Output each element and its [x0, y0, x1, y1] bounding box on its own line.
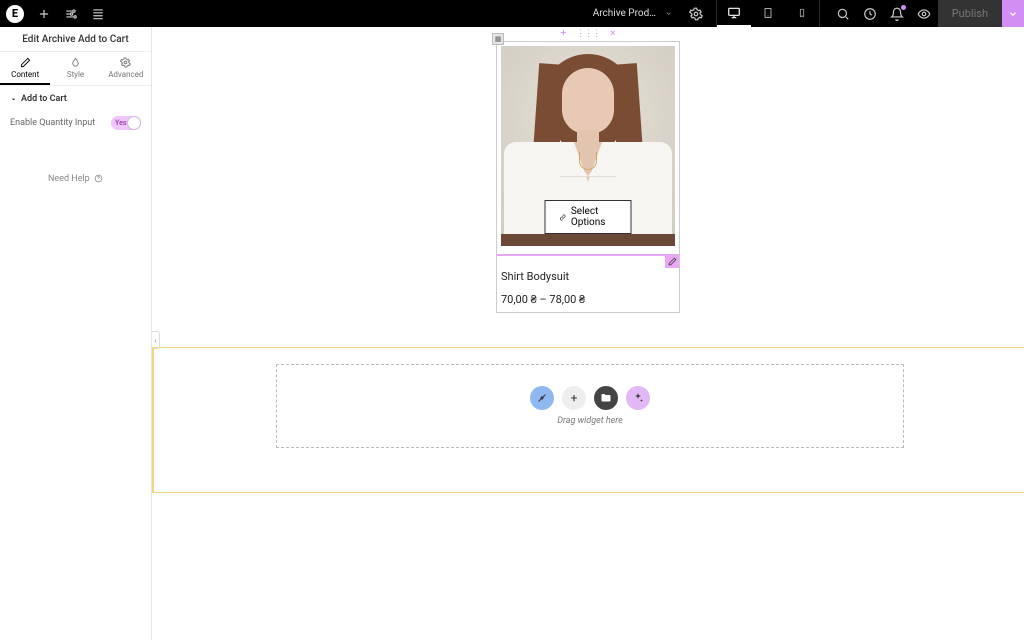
- section-add-to-cart[interactable]: Add to Cart: [0, 86, 151, 112]
- structure-button[interactable]: [84, 0, 111, 27]
- gear-icon: [120, 57, 131, 68]
- publish-options-button[interactable]: [1002, 0, 1024, 27]
- container-close-button[interactable]: ×: [610, 29, 615, 39]
- product-name: Shirt Bodysuit: [501, 264, 675, 285]
- pencil-icon: [20, 57, 31, 68]
- container-add-button[interactable]: +: [560, 29, 566, 39]
- container-drag-handle[interactable]: ⋮⋮⋮: [576, 30, 600, 39]
- preview-button[interactable]: [911, 0, 938, 27]
- need-help-link[interactable]: Need Help: [0, 174, 151, 184]
- toggle-knob: [128, 117, 140, 129]
- logo-icon[interactable]: E: [6, 5, 24, 23]
- history-button[interactable]: [857, 0, 884, 27]
- notification-dot-icon: [901, 5, 906, 10]
- chevron-down-icon: [665, 9, 672, 18]
- editor-panel: Edit Archive Add to Cart Content Style A…: [0, 27, 152, 640]
- notifications-button[interactable]: [884, 0, 911, 27]
- tab-content[interactable]: Content: [0, 52, 50, 85]
- select-options-label: Select Options: [571, 206, 617, 228]
- device-desktop-button[interactable]: [717, 0, 751, 27]
- pencil-icon: [668, 257, 677, 266]
- tab-advanced-label: Advanced: [108, 70, 143, 79]
- drop-target-button[interactable]: [530, 386, 554, 410]
- top-bar: E Archive Product ... Publish: [0, 0, 1024, 27]
- target-icon: [536, 392, 548, 404]
- drop-zone[interactable]: + Drag widget here: [276, 364, 904, 448]
- toggle-yes-label: Yes: [115, 119, 126, 127]
- tab-advanced[interactable]: Advanced: [101, 52, 151, 85]
- publish-button: Publish: [938, 0, 1002, 27]
- drop-ai-button[interactable]: [626, 386, 650, 410]
- document-selector[interactable]: Archive Product ...: [583, 0, 683, 27]
- container-handle-button[interactable]: ▦: [492, 33, 504, 45]
- tab-content-label: Content: [11, 70, 39, 79]
- product-widget-container[interactable]: ▦ + ⋮⋮⋮ × Select: [496, 27, 680, 313]
- droplet-icon: [70, 57, 81, 68]
- responsive-devices: [716, 0, 820, 27]
- device-mobile-button[interactable]: [785, 0, 819, 27]
- editor-canvas[interactable]: ‹ ▦ + ⋮⋮⋮ ×: [152, 27, 1024, 640]
- link-icon: [560, 213, 566, 222]
- select-options-button[interactable]: Select Options: [545, 200, 632, 234]
- panel-title: Edit Archive Add to Cart: [0, 27, 151, 52]
- widget-edit-button[interactable]: [665, 254, 679, 268]
- sparkle-icon: [632, 392, 644, 404]
- container-controls: + ⋮⋮⋮ ×: [496, 27, 680, 41]
- add-widget-button[interactable]: [30, 0, 57, 27]
- folder-icon: [600, 392, 612, 404]
- drop-actions: +: [530, 386, 650, 410]
- panel-tabs: Content Style Advanced: [0, 52, 151, 86]
- settings-sliders-button[interactable]: [57, 0, 84, 27]
- caret-down-icon: [10, 96, 17, 103]
- tab-style[interactable]: Style: [50, 52, 100, 85]
- widget-selection-bar: [497, 254, 679, 264]
- drop-hint: Drag widget here: [557, 416, 623, 426]
- page-settings-button[interactable]: [683, 0, 710, 27]
- enable-quantity-toggle[interactable]: Yes: [111, 116, 141, 130]
- section-drop-wrapper[interactable]: + Drag widget here: [152, 347, 1024, 493]
- help-icon: [94, 174, 103, 183]
- product-card: Select Options Shirt Bodysuit 70,00 ₴ – …: [496, 41, 680, 313]
- product-price: 70,00 ₴ – 78,00 ₴: [501, 285, 675, 308]
- tab-style-label: Style: [67, 70, 84, 79]
- drop-folder-button[interactable]: [594, 386, 618, 410]
- finder-button[interactable]: [830, 0, 857, 27]
- product-image: Select Options: [501, 46, 675, 246]
- drop-add-button[interactable]: +: [562, 386, 586, 410]
- section-label: Add to Cart: [21, 94, 67, 104]
- enable-quantity-row: Enable Quantity Input Yes: [0, 112, 151, 134]
- enable-quantity-label: Enable Quantity Input: [10, 118, 95, 128]
- device-tablet-button[interactable]: [751, 0, 785, 27]
- document-title: Archive Product ...: [593, 8, 660, 19]
